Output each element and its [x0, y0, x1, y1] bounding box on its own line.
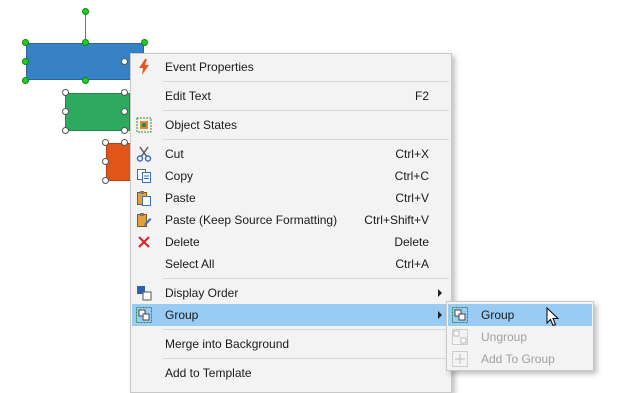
resize-handle-ml[interactable]: [22, 58, 29, 65]
group-icon: [136, 307, 152, 323]
menu-item-label: Cut: [165, 147, 184, 161]
menu-item-event-properties[interactable]: Event Properties: [132, 56, 450, 78]
delete-x-icon: [136, 234, 152, 250]
submenu-item-ungroup[interactable]: Ungroup: [448, 326, 592, 348]
menu-separator: [163, 110, 449, 111]
context-menu: Event Properties Edit Text F2 Object Sta…: [130, 53, 452, 393]
lightning-icon: [136, 59, 152, 75]
paste-icon: [136, 190, 152, 206]
resize-handle-green-bl[interactable]: [62, 127, 69, 134]
menu-item-shortcut: Ctrl+C: [394, 169, 429, 183]
menu-item-object-states[interactable]: Object States: [132, 114, 450, 136]
menu-separator: [163, 358, 449, 359]
group-submenu: Group Ungroup Add To Group: [446, 301, 594, 371]
menu-item-display-order[interactable]: Display Order: [132, 282, 450, 304]
resize-handle-green-tl[interactable]: [62, 89, 69, 96]
menu-item-label: Copy: [165, 169, 194, 183]
resize-handle-orange-tr[interactable]: [121, 139, 128, 146]
resize-handle-bm[interactable]: [82, 77, 89, 84]
menu-item-label: Delete: [165, 235, 200, 249]
resize-handle-green-br[interactable]: [121, 127, 128, 134]
menu-item-shortcut: Delete: [394, 235, 429, 249]
copy-icon: [136, 168, 152, 184]
menu-item-label: Select All: [165, 257, 215, 271]
resize-handle-mr[interactable]: [121, 58, 128, 65]
menu-item-merge-into-background[interactable]: Merge into Background: [132, 333, 450, 355]
menu-item-paste-keep-formatting[interactable]: Paste (Keep Source Formatting) Ctrl+Shif…: [132, 209, 450, 231]
resize-handle-tr[interactable]: [141, 39, 148, 46]
resize-handle-green-mr[interactable]: [121, 108, 128, 115]
resize-handle-green-tr[interactable]: [121, 89, 128, 96]
resize-handle-tl[interactable]: [22, 39, 29, 46]
menu-separator: [163, 278, 449, 279]
display-order-icon: [136, 285, 152, 301]
resize-handle-green-ml[interactable]: [62, 108, 69, 115]
resize-handle-tm[interactable]: [82, 39, 89, 46]
submenu-item-add-to-group[interactable]: Add To Group: [448, 348, 592, 370]
menu-item-label: Paste (Keep Source Formatting): [165, 213, 338, 227]
resize-handle-orange-ml[interactable]: [102, 158, 109, 165]
submenu-item-label: Ungroup: [481, 330, 528, 344]
menu-item-label: Event Properties: [165, 60, 254, 74]
submenu-item-label: Group: [481, 308, 515, 322]
mouse-cursor-icon: [546, 306, 560, 330]
paste-format-icon: [136, 212, 152, 228]
menu-item-paste[interactable]: Paste Ctrl+V: [132, 187, 450, 209]
menu-item-copy[interactable]: Copy Ctrl+C: [132, 165, 450, 187]
menu-item-delete[interactable]: Delete Delete: [132, 231, 450, 253]
menu-item-label: Paste: [165, 191, 196, 205]
add-to-group-icon: [452, 351, 468, 367]
submenu-arrow-icon: [438, 289, 442, 297]
menu-item-label: Object States: [165, 118, 238, 132]
submenu-item-label: Add To Group: [481, 352, 555, 366]
submenu-item-group[interactable]: Group: [448, 304, 592, 326]
menu-item-shortcut: Ctrl+X: [395, 147, 429, 161]
resize-handle-orange-tl[interactable]: [102, 139, 109, 146]
menu-item-shortcut: Ctrl+Shift+V: [364, 213, 429, 227]
submenu-arrow-icon: [438, 311, 442, 319]
menu-separator: [163, 139, 449, 140]
menu-item-label: Display Order: [165, 286, 239, 300]
menu-item-cut[interactable]: Cut Ctrl+X: [132, 143, 450, 165]
object-states-icon: [136, 117, 152, 133]
menu-item-shortcut: Ctrl+A: [395, 257, 429, 271]
menu-item-shortcut: F2: [414, 89, 429, 103]
scissors-icon: [136, 146, 152, 162]
ungroup-icon: [452, 329, 468, 345]
menu-item-label: Merge into Background: [165, 337, 290, 351]
group-icon: [452, 307, 468, 323]
resize-handle-bl[interactable]: [22, 77, 29, 84]
menu-separator: [163, 81, 449, 82]
menu-item-add-to-template[interactable]: Add to Template: [132, 362, 450, 384]
menu-item-edit-text[interactable]: Edit Text F2: [132, 85, 450, 107]
resize-handle-orange-bl[interactable]: [102, 177, 109, 184]
menu-item-select-all[interactable]: Select All Ctrl+A: [132, 253, 450, 275]
menu-item-label: Edit Text: [165, 89, 211, 103]
menu-item-group[interactable]: Group: [132, 304, 450, 326]
menu-separator: [163, 329, 449, 330]
menu-item-label: Group: [165, 308, 199, 322]
menu-item-label: Add to Template: [165, 366, 252, 380]
rotation-handle-line: [85, 12, 86, 42]
menu-item-shortcut: Ctrl+V: [395, 191, 429, 205]
rotate-handle[interactable]: [82, 8, 89, 15]
